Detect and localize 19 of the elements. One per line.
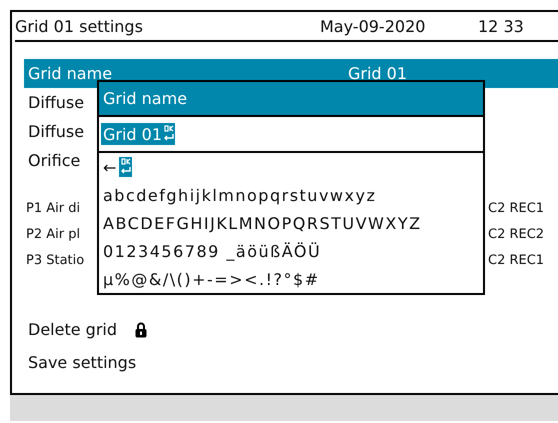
point-label: P1 Air di [26,200,82,216]
point-value: C2 REC1 [488,252,546,268]
backspace-key[interactable]: ← [103,158,118,176]
character-row[interactable]: 0123456789 _äöüßÄÖÜ [99,237,483,265]
time-text: 12 33 [478,16,525,36]
dialog-title: Grid name [99,82,483,117]
point-label: P3 Statio [26,252,86,268]
character-row[interactable]: abcdefghijklmnopqrstuvwxyz [99,181,483,209]
screen-title: Grid 01 settings [15,16,144,36]
date-text: May-09-2020 [320,16,426,36]
point-label: P2 Air pl [26,226,82,242]
enter-icon [118,157,132,177]
menu-item[interactable]: Save settings [28,353,136,372]
character-row[interactable]: ABCDEFGHIJKLMNOPQRSTUVWXYZ [99,209,483,237]
menu-item[interactable]: Delete grid [28,320,117,339]
point-value: C2 REC2 [488,226,546,242]
point-value: C2 REC1 [488,200,546,216]
input-field[interactable]: Grid 01 [99,117,483,153]
character-row[interactable]: µ%@&/\()+-=><.!?°$# [99,265,483,293]
